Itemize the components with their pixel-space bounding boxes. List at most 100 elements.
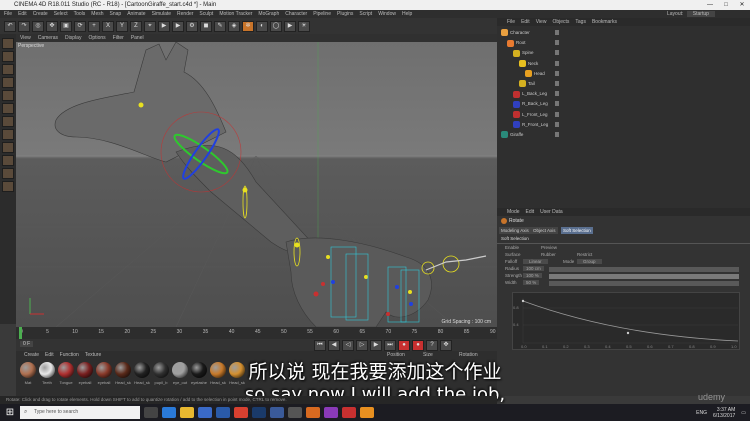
attribute-menu-mode[interactable]: Mode xyxy=(507,208,520,216)
scale-button[interactable]: ▣ xyxy=(60,20,72,32)
menu-item-create[interactable]: Create xyxy=(33,10,48,18)
planar-workplane-icon[interactable] xyxy=(2,181,14,192)
menu-item-tools[interactable]: Tools xyxy=(74,10,86,18)
menu-item-plugins[interactable]: Plugins xyxy=(337,10,353,18)
visibility-dots-icon[interactable] xyxy=(555,60,559,66)
tab-object-axis[interactable]: Object Axis xyxy=(531,227,558,234)
visibility-dots-icon[interactable] xyxy=(555,111,559,117)
viewport-menu-view[interactable]: View xyxy=(20,34,31,42)
record-button[interactable]: ● xyxy=(398,340,410,351)
photoshop-icon[interactable] xyxy=(252,407,266,418)
object-menu-objects[interactable]: Objects xyxy=(552,18,569,26)
timeline-ruler[interactable]: 051015202530354045505560657075808590 xyxy=(16,327,497,339)
texture-mode-icon[interactable] xyxy=(2,64,14,75)
width-slider[interactable] xyxy=(549,281,739,286)
object-row[interactable]: Head xyxy=(525,69,545,79)
tab-soft-selection[interactable]: Soft Selection xyxy=(561,227,593,234)
pen-button[interactable]: ✎ xyxy=(214,20,226,32)
object-row[interactable]: Tail xyxy=(519,79,535,89)
layout-selector[interactable]: Layout: Startup xyxy=(497,10,750,18)
menu-item-script[interactable]: Script xyxy=(359,10,372,18)
prev-key-button[interactable]: ◀ xyxy=(328,340,340,351)
width-field[interactable]: 50 % xyxy=(523,280,540,285)
surface-checkbox[interactable]: Surface xyxy=(505,252,521,257)
menu-item-mesh[interactable]: Mesh xyxy=(91,10,103,18)
viewport-menu-options[interactable]: Options xyxy=(88,34,105,42)
visibility-dots-icon[interactable] xyxy=(555,81,559,86)
edge-icon[interactable] xyxy=(162,407,176,418)
file-explorer-icon[interactable] xyxy=(180,407,194,418)
object-row[interactable]: Spine xyxy=(513,48,534,58)
task-view-icon[interactable] xyxy=(144,407,158,418)
clock[interactable]: 3:37 AM 6/13/2017 xyxy=(713,407,735,419)
input-language[interactable]: ENG xyxy=(696,410,707,416)
store-icon[interactable] xyxy=(198,407,212,418)
windows-start-icon[interactable]: ⊞ xyxy=(0,404,20,421)
visibility-dots-icon[interactable] xyxy=(555,121,559,127)
coord-system-button[interactable]: ⌖ xyxy=(144,20,156,32)
z-axis-button[interactable]: Z xyxy=(130,20,142,32)
menu-item-simulate[interactable]: Simulate xyxy=(152,10,171,18)
render-picture-button[interactable]: ▶ xyxy=(172,20,184,32)
taskbar-search-box[interactable]: ⌕ Type here to search xyxy=(20,406,140,419)
app-icon[interactable] xyxy=(306,407,320,418)
object-row[interactable]: Neck xyxy=(519,59,538,69)
scene-button[interactable]: ◯ xyxy=(270,20,282,32)
goto-end-button[interactable]: ⏭ xyxy=(384,340,396,351)
next-key-button[interactable]: ▶ xyxy=(370,340,382,351)
array-button[interactable]: ✲ xyxy=(242,20,254,32)
viewport-menu-display[interactable]: Display xyxy=(65,34,81,42)
visibility-dots-icon[interactable] xyxy=(555,50,559,56)
layout-value[interactable]: Startup xyxy=(686,11,715,17)
rubber-checkbox[interactable]: Rubber xyxy=(541,252,556,257)
attribute-menu-edit[interactable]: Edit xyxy=(526,208,535,216)
object-menu-view[interactable]: View xyxy=(536,18,547,26)
current-frame-field[interactable]: 0 F xyxy=(20,341,34,347)
object-row[interactable]: R_Front_Leg xyxy=(513,120,548,130)
make-editable-icon[interactable] xyxy=(2,38,14,49)
maximize-button[interactable]: □ xyxy=(718,0,734,10)
live-selection-button[interactable]: ◎ xyxy=(32,20,44,32)
edges-mode-icon[interactable] xyxy=(2,103,14,114)
attribute-menu-user-data[interactable]: User Data xyxy=(540,208,563,216)
menu-item-sculpt[interactable]: Sculpt xyxy=(199,10,213,18)
visibility-dots-icon[interactable] xyxy=(555,40,559,46)
move-key-button[interactable]: ✥ xyxy=(440,340,452,351)
enable-checkbox[interactable]: Enable xyxy=(505,245,519,250)
falloff-graph[interactable]: 0.8 0.4 0.0 0.1 0.2 0.3 0.4 0.5 0.6 0.7 0.8 0.9 1.… xyxy=(512,292,740,350)
restrict-checkbox[interactable]: Restrict xyxy=(577,252,592,257)
redo-button[interactable]: ↷ xyxy=(18,20,30,32)
visibility-dots-icon[interactable] xyxy=(555,70,559,76)
menu-item-animate[interactable]: Animate xyxy=(127,10,145,18)
locked-workplane-icon[interactable] xyxy=(2,168,14,179)
workplane-icon[interactable] xyxy=(2,77,14,88)
render-settings-button[interactable]: ⚙ xyxy=(186,20,198,32)
play-reverse-button[interactable]: ◁ xyxy=(342,340,354,351)
cinema4d-icon[interactable] xyxy=(270,407,284,418)
menu-item-render[interactable]: Render xyxy=(177,10,193,18)
menu-item-window[interactable]: Window xyxy=(378,10,396,18)
tweak-icon[interactable] xyxy=(2,142,14,153)
object-menu-edit[interactable]: Edit xyxy=(521,18,530,26)
tab-modeling-axis[interactable]: Modeling Axis xyxy=(499,227,531,234)
menu-item-file[interactable]: File xyxy=(4,10,12,18)
play-button[interactable]: ▷ xyxy=(356,340,368,351)
visibility-dots-icon[interactable] xyxy=(555,132,559,137)
minimize-button[interactable]: — xyxy=(702,0,718,10)
rotate-button[interactable]: ⟳ xyxy=(74,20,86,32)
app-icon[interactable] xyxy=(342,407,356,418)
strength-slider[interactable] xyxy=(549,274,739,279)
object-menu-tags[interactable]: Tags xyxy=(575,18,586,26)
model-mode-icon[interactable] xyxy=(2,51,14,62)
object-row[interactable]: L_Back_Leg xyxy=(513,89,547,99)
mode-dropdown[interactable]: Group xyxy=(577,259,602,264)
menu-item-motion-tracker[interactable]: Motion Tracker xyxy=(219,10,252,18)
undo-button[interactable]: ↶ xyxy=(4,20,16,32)
menu-item-select[interactable]: Select xyxy=(54,10,68,18)
preview-checkbox[interactable]: Preview xyxy=(541,245,557,250)
viewport-menu-panel[interactable]: Panel xyxy=(131,34,144,42)
perspective-viewport[interactable]: Perspective Grid Spacing : 100 cm xyxy=(16,42,497,327)
chrome-icon[interactable] xyxy=(234,407,248,418)
object-row[interactable]: R_Back_Leg xyxy=(513,99,548,109)
points-mode-icon[interactable] xyxy=(2,90,14,101)
